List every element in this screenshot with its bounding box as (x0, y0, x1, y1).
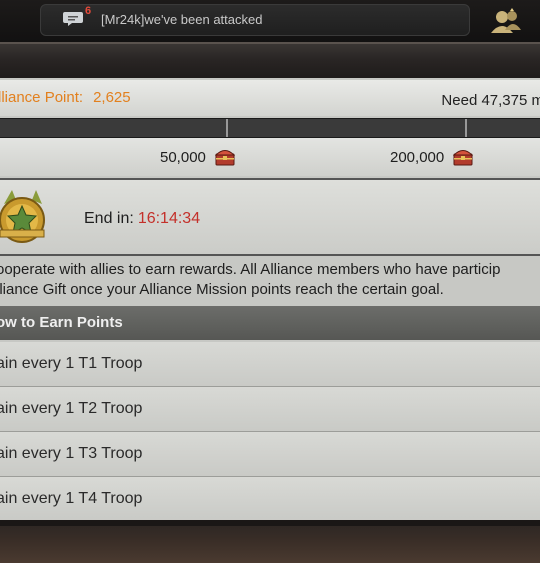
progress-tick (226, 119, 228, 137)
earn-item-label: ain every 1 T4 Troop (0, 490, 143, 507)
chat-unread-badge: 6 (85, 5, 92, 17)
end-timer-value: 16:14:34 (137, 210, 201, 227)
description-line: lliance Gift once your Alliance Mission … (0, 281, 444, 298)
end-timer: End in: 16:14:34 (84, 210, 201, 227)
milestone-row: 50,000 200,000 (0, 138, 540, 176)
earn-points-header: ow to Earn Points (0, 306, 540, 340)
earn-points-title: ow to Earn Points (0, 314, 123, 331)
mission-timer-row: End in: 16:14:34 (0, 178, 540, 256)
alliance-medal-icon (0, 190, 45, 243)
friends-icon[interactable] (490, 8, 522, 34)
earn-points-item: ain every 1 T2 Troop (0, 387, 540, 432)
chat-bar: 6 [Mr24k]we've been attacked (0, 0, 540, 42)
earn-points-item: ain every 1 T3 Troop (0, 432, 540, 477)
progress-tick (465, 119, 467, 137)
chat-message-text: [Mr24k]we've been attacked (101, 12, 263, 27)
header-separator (0, 42, 540, 80)
earn-item-label: ain every 1 T2 Troop (0, 400, 143, 417)
mission-description: ooperate with allies to earn rewards. Al… (0, 260, 540, 300)
background-scenery (0, 520, 540, 563)
chat-bubble-icon (63, 12, 83, 26)
milestone-value: 50,000 (160, 149, 206, 166)
panel-bottom-edge (0, 520, 540, 526)
alliance-points-label: lliance Point: 2,625 (0, 89, 131, 106)
milestone-value: 200,000 (390, 149, 445, 166)
treasure-chest-icon[interactable] (453, 148, 473, 166)
treasure-chest-icon[interactable] (215, 148, 235, 166)
alliance-mission-panel: lliance Point: 2,625 Need 47,375 m 50,000… (0, 78, 540, 522)
earn-item-label: ain every 1 T3 Troop (0, 445, 143, 462)
points-needed-text: Need 47,375 m (441, 92, 540, 109)
earn-item-label: ain every 1 T1 Troop (0, 355, 143, 372)
chat-message-bar[interactable]: 6 [Mr24k]we've been attacked (40, 4, 470, 36)
points-progress-bar (0, 118, 540, 138)
alliance-points-value: 2,625 (93, 89, 131, 106)
description-line: ooperate with allies to earn rewards. Al… (0, 261, 501, 278)
earn-points-item: ain every 1 T4 Troop (0, 477, 540, 522)
alliance-points-row: lliance Point: 2,625 Need 47,375 m (0, 80, 540, 116)
earn-points-item: ain every 1 T1 Troop (0, 342, 540, 387)
